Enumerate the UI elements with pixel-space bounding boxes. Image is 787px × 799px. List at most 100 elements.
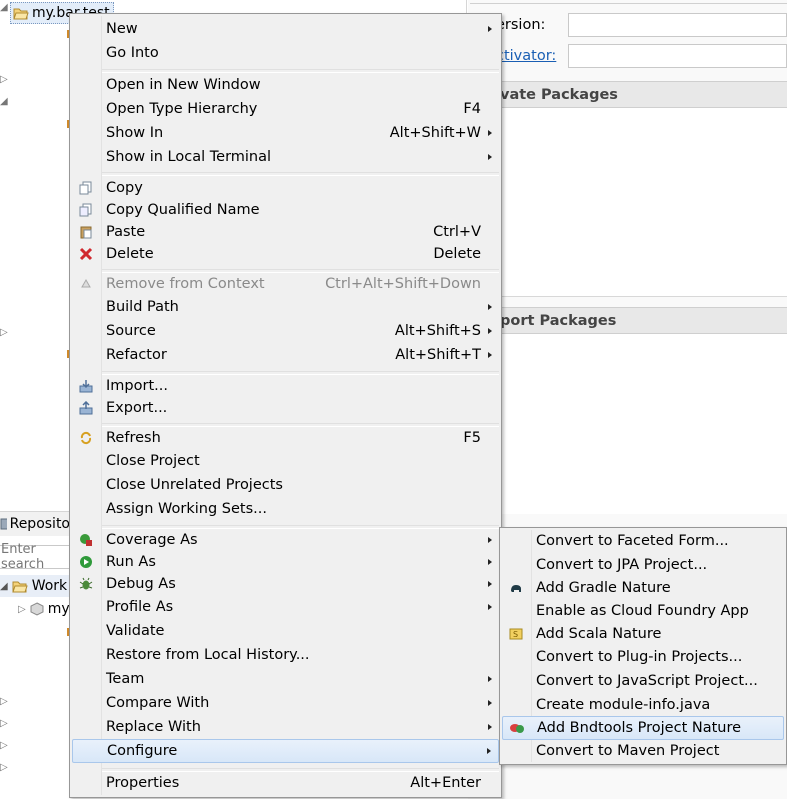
menu-item-coverage-as[interactable]: Coverage As [72, 529, 499, 551]
copy-qualified-icon [78, 202, 94, 218]
submenu-arrow-icon [488, 724, 492, 730]
menu-item-close-unrelated-projects[interactable]: Close Unrelated Projects [72, 474, 499, 496]
menu-item-label: Open Type Hierarchy [106, 101, 258, 117]
private-packages-header[interactable]: vate Packages [470, 81, 787, 108]
submenu-arrow-icon [488, 676, 492, 682]
menu-item-label: Convert to Plug-in Projects... [536, 649, 743, 665]
menu-item-label: Profile As [106, 599, 174, 615]
menu-item-label: Convert to JPA Project... [536, 557, 708, 573]
submenu-item-add-gradle-nature[interactable]: Add Gradle Nature [502, 577, 784, 599]
submenu-item-create-module-info[interactable]: Create module-info.java [502, 694, 784, 716]
submenu-arrow-icon [488, 604, 492, 610]
menu-item-open-in-new-window[interactable]: Open in New Window [72, 74, 499, 96]
menu-item-label: Team [106, 671, 145, 687]
submenu-arrow-icon [488, 700, 492, 706]
scala-icon: S [508, 626, 524, 642]
menu-item-run-as[interactable]: Run As [72, 551, 499, 573]
import-packages-header[interactable]: port Packages [470, 307, 787, 334]
submenu-arrow-icon [488, 26, 492, 32]
menu-item-open-type-hierarchy[interactable]: Open Type Hierarchy F4 [72, 98, 499, 120]
menu-item-team[interactable]: Team [72, 668, 499, 690]
submenu-item-add-scala-nature[interactable]: S Add Scala Nature [502, 623, 784, 645]
shortcut-label: F5 [463, 430, 481, 446]
run-icon [78, 554, 94, 570]
coverage-icon [78, 532, 94, 548]
menu-item-refactor[interactable]: Refactor Alt+Shift+T [72, 344, 499, 366]
menu-item-label: Coverage As [106, 532, 198, 548]
menu-item-label: Refactor [106, 347, 167, 363]
submenu-arrow-icon [488, 559, 492, 565]
menu-item-label: Source [106, 323, 156, 339]
menu-item-assign-working-sets[interactable]: Assign Working Sets... [72, 498, 499, 520]
tree-item-label: Work [31, 578, 68, 594]
menu-item-remove-from-context[interactable]: Remove from Context Ctrl+Alt+Shift+Down [72, 273, 499, 295]
tree-item-my-project[interactable]: ▷ my [18, 598, 70, 620]
menu-item-compare-with[interactable]: Compare With [72, 692, 499, 714]
menu-separator [102, 69, 499, 73]
menu-item-new[interactable]: New [72, 18, 499, 40]
menu-item-label: Enable as Cloud Foundry App [536, 603, 749, 619]
debug-bug-icon [78, 576, 94, 592]
menu-item-label: Import... [106, 378, 168, 394]
submenu-arrow-icon [488, 352, 492, 358]
shortcut-label: Alt+Shift+T [395, 347, 481, 363]
bndtools-icon [509, 720, 525, 736]
submenu-item-convert-jpa-project[interactable]: Convert to JPA Project... [502, 554, 784, 576]
menu-item-debug-as[interactable]: Debug As [72, 573, 499, 595]
menu-item-export[interactable]: Export... [72, 397, 499, 419]
menu-item-copy[interactable]: Copy [72, 177, 499, 199]
menu-item-label: Debug As [106, 576, 176, 592]
submenu-item-convert-plugin-projects[interactable]: Convert to Plug-in Projects... [502, 646, 784, 668]
menu-item-label: Remove from Context [106, 276, 265, 292]
menu-item-label: Copy Qualified Name [106, 202, 260, 218]
form-top-divider [470, 3, 787, 4]
submenu-item-add-bndtools-nature[interactable]: Add Bndtools Project Nature [502, 716, 784, 740]
menu-item-close-project[interactable]: Close Project [72, 450, 499, 472]
menu-item-configure[interactable]: Configure [72, 739, 499, 763]
menu-item-properties[interactable]: Properties Alt+Enter [72, 772, 499, 794]
shortcut-label: F4 [463, 101, 481, 117]
menu-item-show-in[interactable]: Show In Alt+Shift+W [72, 122, 499, 144]
collapse-arrow-icon: ◢ [0, 2, 8, 13]
menu-item-source[interactable]: Source Alt+Shift+S [72, 320, 499, 342]
remove-context-icon [78, 276, 94, 292]
context-menu: New Go Into Open in New Window Open Type… [69, 13, 502, 798]
menu-item-delete[interactable]: Delete Delete [72, 243, 499, 265]
search-input[interactable]: Enter search [0, 542, 70, 572]
menu-item-label: Properties [106, 775, 180, 791]
package-icon [30, 602, 44, 616]
menu-item-validate[interactable]: Validate [72, 620, 499, 642]
tree-item-working-tree[interactable]: ◢ Work [0, 575, 70, 597]
menu-item-label: New [106, 21, 138, 37]
activator-link[interactable]: ctivator: [496, 48, 556, 64]
submenu-item-convert-faceted-form[interactable]: Convert to Faceted Form... [502, 530, 784, 552]
private-packages-list[interactable] [470, 108, 787, 297]
folder-open-icon [12, 581, 28, 593]
copy-icon [78, 180, 94, 196]
gradle-elephant-icon [508, 580, 524, 596]
menu-item-copy-qualified-name[interactable]: Copy Qualified Name [72, 199, 499, 221]
menu-item-label: Convert to Faceted Form... [536, 533, 729, 549]
menu-item-import[interactable]: Import... [72, 375, 499, 397]
menu-item-profile-as[interactable]: Profile As [72, 596, 499, 618]
menu-item-label: Compare With [106, 695, 210, 711]
menu-item-restore-local-history[interactable]: Restore from Local History... [72, 644, 499, 666]
submenu-item-convert-javascript-project[interactable]: Convert to JavaScript Project... [502, 670, 784, 692]
menu-separator [102, 172, 499, 176]
shortcut-label: Ctrl+V [433, 224, 481, 240]
submenu-item-enable-cloud-foundry[interactable]: Enable as Cloud Foundry App [502, 600, 784, 622]
import-packages-list[interactable] [470, 334, 787, 514]
tab-repositories[interactable]: Reposito [0, 511, 70, 536]
menu-item-paste[interactable]: Paste Ctrl+V [72, 221, 499, 243]
activator-field[interactable] [568, 44, 787, 68]
version-field[interactable] [568, 13, 787, 37]
menu-item-refresh[interactable]: Refresh F5 [72, 427, 499, 449]
menu-item-go-into[interactable]: Go Into [72, 42, 499, 64]
paste-icon [78, 224, 94, 240]
menu-item-replace-with[interactable]: Replace With [72, 716, 499, 738]
menu-item-label: Show In [106, 125, 164, 141]
menu-item-show-in-local-terminal[interactable]: Show in Local Terminal [72, 146, 499, 168]
tree-item-label: my [47, 601, 70, 617]
menu-item-build-path[interactable]: Build Path [72, 296, 499, 318]
submenu-item-convert-maven-project[interactable]: Convert to Maven Project [502, 740, 784, 762]
